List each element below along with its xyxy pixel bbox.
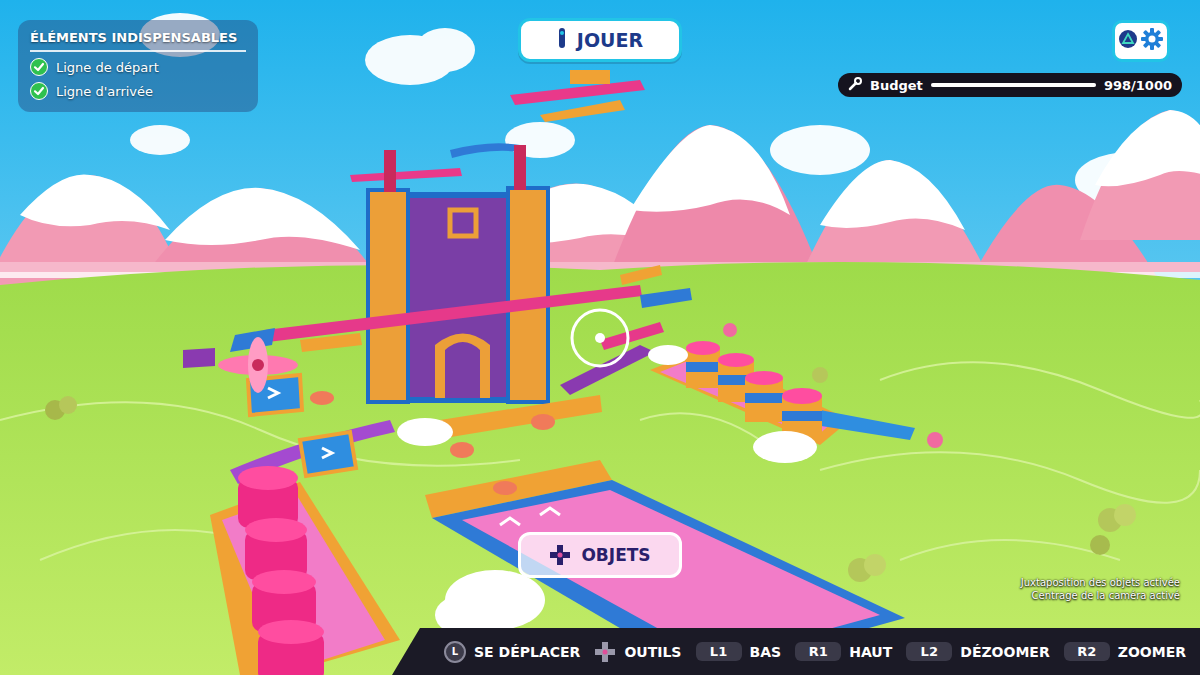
castle[interactable] <box>368 145 548 402</box>
wrench-icon <box>848 77 862 94</box>
triangle-button-icon <box>1118 29 1138 53</box>
budget-bar: Budget 998/1000 <box>838 73 1182 97</box>
near-clouds <box>397 345 817 637</box>
stick-key: L <box>444 641 466 663</box>
button-key: L2 <box>906 642 952 661</box>
status-notice: Centrage de la caméra activé <box>1032 590 1180 601</box>
budget-track <box>931 83 1096 87</box>
bumper-row-right[interactable] <box>650 341 915 445</box>
play-button[interactable]: JOUER <box>518 18 682 62</box>
control-label: DÉZOOMER <box>960 644 1049 660</box>
bumper-row-left[interactable] <box>210 466 400 675</box>
control-hint: L1 BAS <box>696 642 782 661</box>
budget-fill <box>931 83 1096 87</box>
control-hint: L SE DÉPLACER <box>444 641 580 663</box>
fan[interactable] <box>218 337 298 393</box>
control-label: ZOOMER <box>1118 644 1186 660</box>
dpad-icon <box>594 641 616 663</box>
bushes <box>45 323 1136 582</box>
checklist-item: Ligne d'arrivée <box>30 82 246 100</box>
status-notices: Juxtaposition des objets activée Centrage… <box>1021 577 1180 601</box>
controls-bar: L SE DÉPLACER OUTILS L1 BAS R1 HAUT L2 DÉZOOMER R… <box>392 628 1200 675</box>
objects-button[interactable]: OBJETS <box>518 532 682 578</box>
control-label: SE DÉPLACER <box>474 644 580 660</box>
required-elements-panel: ÉLÉMENTS INDISPENSABLES Ligne de départ Li… <box>18 20 258 112</box>
touchpad-icon <box>557 27 567 53</box>
checklist-label: Ligne d'arrivée <box>56 84 153 99</box>
settings-button[interactable] <box>1112 20 1170 62</box>
control-hint: L2 DÉZOOMER <box>906 642 1049 661</box>
play-label: JOUER <box>577 29 643 51</box>
creative-editor: {"checklist": {"title": "ÉLÉMENTS INDISP… <box>0 0 1200 675</box>
control-hint: OUTILS <box>594 641 681 663</box>
ground <box>0 262 1200 675</box>
control-label: OUTILS <box>624 644 681 660</box>
button-key: R2 <box>1064 642 1110 661</box>
checklist-item: Ligne de départ <box>30 58 246 76</box>
cursor[interactable] <box>572 310 628 366</box>
dpad-icon <box>549 544 571 566</box>
check-icon <box>30 82 48 100</box>
objects-label: OBJETS <box>581 545 650 565</box>
control-label: BAS <box>750 644 782 660</box>
control-label: HAUT <box>849 644 892 660</box>
control-hint: R1 HAUT <box>795 642 892 661</box>
check-icon <box>30 58 48 76</box>
platforms[interactable] <box>183 265 692 484</box>
button-key: L1 <box>696 642 742 661</box>
budget-label: Budget <box>870 78 923 93</box>
button-key: R1 <box>795 642 841 661</box>
status-notice: Juxtaposition des objets activée <box>1021 577 1180 588</box>
checklist-label: Ligne de départ <box>56 60 159 75</box>
panel-title: ÉLÉMENTS INDISPENSABLES <box>30 30 246 52</box>
budget-reading: 998/1000 <box>1104 78 1172 93</box>
control-hint: R2 ZOOMER <box>1064 642 1186 661</box>
gear-icon <box>1140 27 1164 55</box>
